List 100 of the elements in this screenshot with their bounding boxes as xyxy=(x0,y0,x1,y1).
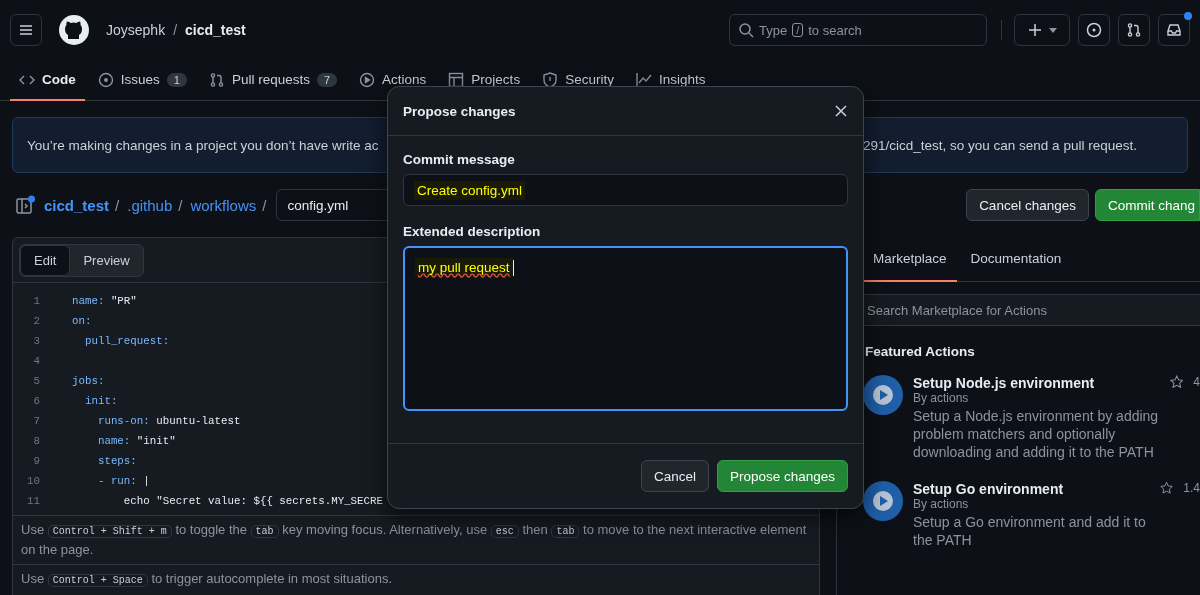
code-line: - run: | xyxy=(96,475,150,487)
commit-changes-button[interactable]: Commit chang xyxy=(1094,189,1200,221)
search-placeholder: to search xyxy=(808,22,862,38)
hint-text: to toggle the xyxy=(175,522,247,537)
search-placeholder: Type xyxy=(759,22,788,38)
shortcut-key: tab xyxy=(551,525,580,538)
code-line: name: "init" xyxy=(96,435,176,447)
menu-icon xyxy=(18,22,34,38)
cancel-changes-button[interactable]: Cancel changes xyxy=(966,189,1089,221)
hint-text: key moving focus. Alternatively, use xyxy=(282,522,488,537)
repo-tab[interactable]: Issues 1 xyxy=(88,60,196,101)
pull-requests-button[interactable] xyxy=(1118,14,1150,46)
table-icon xyxy=(448,71,465,88)
line-number: 11 xyxy=(26,495,40,507)
description-field[interactable]: my pull request xyxy=(403,246,848,411)
search-icon xyxy=(738,22,754,38)
play-icon xyxy=(863,481,903,521)
plus-icon xyxy=(1027,22,1043,38)
breadcrumb-link[interactable]: .github xyxy=(127,196,173,214)
action-description: Setup a Go environment and add it to the PATH xyxy=(913,513,1147,549)
breadcrumb-link[interactable]: cicd_test xyxy=(44,196,110,214)
star-icon xyxy=(1160,481,1174,495)
close-icon xyxy=(835,105,847,117)
owner-link[interactable]: Joysephk xyxy=(106,22,166,38)
hint-text: Use xyxy=(21,571,45,586)
pull-request-icon xyxy=(1126,22,1142,38)
shortcut-key: Control + Shift + m xyxy=(47,525,172,538)
line-number: 1 xyxy=(32,295,40,307)
count-badge: 7 xyxy=(316,72,338,87)
star-count: 1.4 xyxy=(1183,481,1200,495)
issue-icon xyxy=(1086,22,1102,38)
action-author: By actions xyxy=(913,391,970,405)
banner-text: 291/cicd_test, so you can send a pull request. xyxy=(863,137,1137,153)
repo-tab[interactable]: Actions xyxy=(350,60,436,101)
code-line: on: xyxy=(72,315,92,327)
sidebar-toggle-icon[interactable] xyxy=(16,195,36,215)
shortcut-key: tab xyxy=(250,525,279,538)
cancel-button[interactable]: Cancel xyxy=(640,460,709,492)
code-line: echo "Secret value: ${{ secrets.MY_SECRE xyxy=(122,495,383,507)
marketplace-search-field[interactable]: Search Marketplace for Actions xyxy=(863,294,1200,326)
path-separator: / xyxy=(173,22,178,38)
repo-tab[interactable]: Code xyxy=(10,60,85,101)
search-field[interactable]: Type / to search xyxy=(729,14,987,46)
action-title[interactable]: Setup Node.js environment xyxy=(913,375,1160,391)
issue-icon xyxy=(97,71,114,88)
issues-button[interactable] xyxy=(1078,14,1110,46)
line-number: 5 xyxy=(32,375,40,387)
play-icon xyxy=(863,375,903,415)
banner-text: You’re making changes in a project you don’t have write ac xyxy=(27,137,379,153)
editor-tab[interactable]: Preview xyxy=(70,244,143,276)
action-description: Setup a Node.js environment by adding problem matchers and optionally downloading and adding it to the PATH xyxy=(913,407,1160,461)
section-heading: Featured Actions xyxy=(865,344,976,359)
repo-tab[interactable]: Projects xyxy=(439,60,530,101)
hint-text: on the page. xyxy=(21,542,94,557)
dialog-title: Propose changes xyxy=(403,103,516,119)
count-badge: 1 xyxy=(166,72,187,87)
hint-text: Use xyxy=(21,522,45,537)
shortcut-key: Control + Space xyxy=(47,574,148,587)
line-number: 6 xyxy=(32,395,40,407)
shield-icon xyxy=(542,71,559,88)
repo-link[interactable]: cicd_test xyxy=(185,22,246,38)
field-label: Commit message xyxy=(403,152,516,167)
commit-message-field[interactable]: Create config.yml xyxy=(403,174,848,206)
repo-tab[interactable]: Security xyxy=(533,60,623,101)
hint-text: then xyxy=(522,522,548,537)
path-separator: / xyxy=(115,196,120,214)
code-line: name: "PR" xyxy=(72,295,137,307)
breadcrumb-link[interactable]: workflows xyxy=(190,196,257,214)
action-author: By actions xyxy=(913,497,970,511)
line-number: 7 xyxy=(32,415,40,427)
star-count: 4 xyxy=(1193,375,1200,389)
path-separator: / xyxy=(178,196,183,214)
propose-changes-button[interactable]: Propose changes xyxy=(716,460,848,492)
inbox-button[interactable] xyxy=(1158,14,1190,46)
hint-text: to move to the next interactive element xyxy=(583,522,807,537)
line-number: 3 xyxy=(32,335,40,347)
hint-text: to trigger autocomplete in most situations. xyxy=(151,571,392,586)
shortcut-key: esc xyxy=(490,525,519,538)
caret-icon xyxy=(1049,27,1057,33)
code-line: jobs: xyxy=(72,375,105,387)
code-line: runs-on: ubuntu-latest xyxy=(96,415,241,427)
line-number: 10 xyxy=(26,475,40,487)
shortcut-key: / xyxy=(792,23,804,37)
logo-icon[interactable] xyxy=(58,14,90,46)
code-line: init: xyxy=(83,395,118,407)
path-separator: / xyxy=(262,196,267,214)
menu-button[interactable] xyxy=(10,14,42,46)
pull-request-icon xyxy=(208,71,225,88)
editor-tab[interactable]: Edit xyxy=(20,244,71,276)
line-number: 9 xyxy=(32,455,40,467)
panel-tab[interactable]: Documentation xyxy=(960,237,1072,282)
create-new-button[interactable] xyxy=(1014,14,1070,46)
line-number: 4 xyxy=(32,355,40,367)
code-line: steps: xyxy=(96,455,137,467)
inbox-icon xyxy=(1166,22,1182,38)
star-icon xyxy=(1169,375,1184,389)
action-title[interactable]: Setup Go environment xyxy=(913,481,1151,497)
code-line: pull_request: xyxy=(83,335,170,347)
field-label: Extended description xyxy=(403,224,542,239)
repo-tab[interactable]: Pull requests 7 xyxy=(199,60,347,101)
